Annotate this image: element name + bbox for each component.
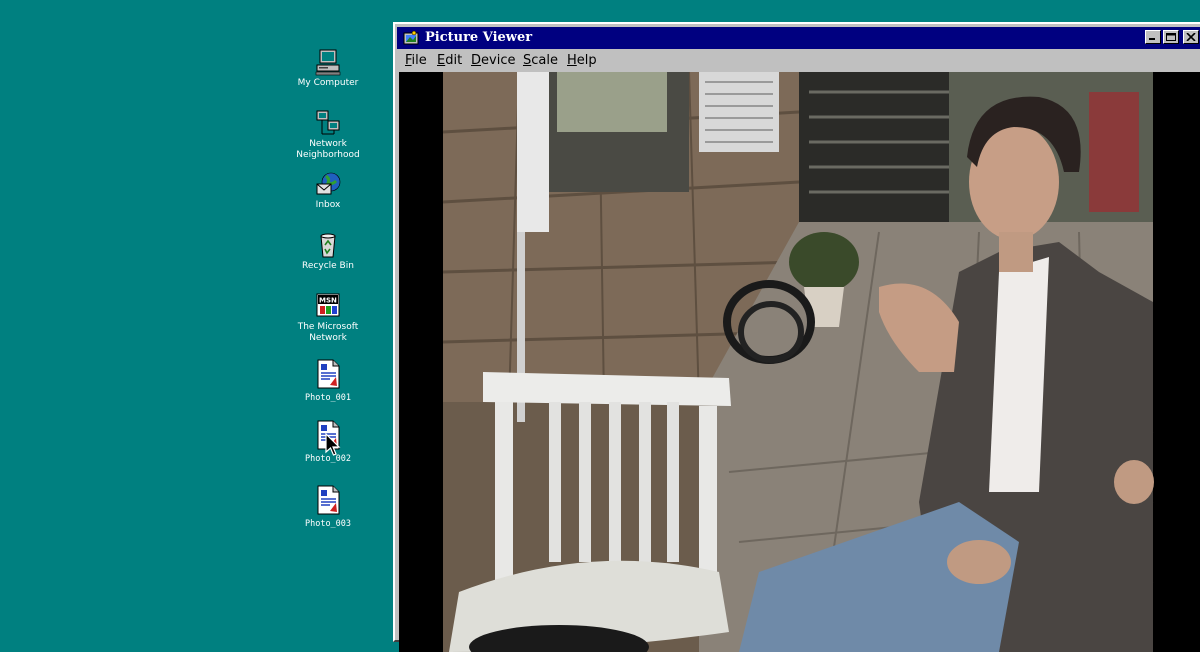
menu-label-rest: evice xyxy=(481,53,516,68)
desktop-icon-label: Photo_003 xyxy=(304,519,352,529)
desktop-icon-label: The Microsoft Network xyxy=(297,322,359,343)
desktop-icon-label: Recycle Bin xyxy=(302,261,354,271)
minimize-icon xyxy=(1149,38,1155,40)
desktop-icon-label: Network Neighborhood xyxy=(296,139,360,160)
inbox-icon xyxy=(316,172,341,195)
maximize-icon xyxy=(1166,33,1176,41)
desktop-icon-recycle-bin[interactable]: Recycle Bin xyxy=(288,231,368,272)
displayed-photo xyxy=(399,72,1200,652)
title-bar[interactable]: Picture Viewer xyxy=(397,27,1200,49)
desktop-icon-inbox[interactable]: Inbox xyxy=(288,170,368,211)
svg-text:MSN: MSN xyxy=(319,297,337,305)
desktop-icon-network-neighborhood[interactable]: Network Neighborhood xyxy=(288,109,368,161)
menu-label-rest: dit xyxy=(445,53,463,68)
menu-label-rest: elp xyxy=(576,53,597,68)
menu-mnemonic: H xyxy=(567,53,577,68)
network-icon xyxy=(316,110,340,135)
desktop-icon-my-computer[interactable]: My Computer xyxy=(288,48,368,89)
image-file-icon xyxy=(317,485,340,515)
menu-mnemonic: E xyxy=(437,53,446,68)
computer-icon xyxy=(315,49,341,76)
image-viewport[interactable] xyxy=(399,72,1200,652)
maximize-button[interactable] xyxy=(1163,30,1179,44)
picture-viewer-app-icon xyxy=(403,30,419,45)
menu-label-rest: ile xyxy=(411,53,427,68)
image-file-icon xyxy=(317,359,340,389)
window-title: Picture Viewer xyxy=(425,30,533,45)
desktop-icon-microsoft-network[interactable]: MSN The Microsoft Network xyxy=(288,292,368,344)
desktop-icon-photo-003[interactable]: Photo_003 xyxy=(288,485,368,530)
msn-icon: MSN xyxy=(316,293,340,317)
menu-scale[interactable]: Scale xyxy=(523,53,558,69)
desktop-icon-label: Inbox xyxy=(315,200,341,210)
menu-mnemonic: D xyxy=(471,53,482,68)
close-button[interactable] xyxy=(1183,30,1199,44)
mouse-cursor-icon xyxy=(325,433,341,456)
menu-bar: File Edit Device Scale Help xyxy=(397,50,1200,72)
desktop-icon-photo-001[interactable]: Photo_001 xyxy=(288,359,368,404)
close-icon xyxy=(1186,33,1196,41)
picture-viewer-window[interactable]: Picture Viewer File Edit Device Scale He… xyxy=(393,22,1200,652)
recycle-bin-icon xyxy=(320,233,336,258)
minimize-button[interactable] xyxy=(1145,30,1161,44)
menu-label-rest: cale xyxy=(531,53,558,68)
desktop-icon-label: My Computer xyxy=(297,78,359,88)
menu-help[interactable]: Help xyxy=(567,53,597,69)
desktop-icon-label: Photo_001 xyxy=(304,393,352,403)
menu-device[interactable]: Device xyxy=(471,53,515,69)
menu-edit[interactable]: Edit xyxy=(437,53,462,69)
menu-file[interactable]: File xyxy=(405,53,427,69)
